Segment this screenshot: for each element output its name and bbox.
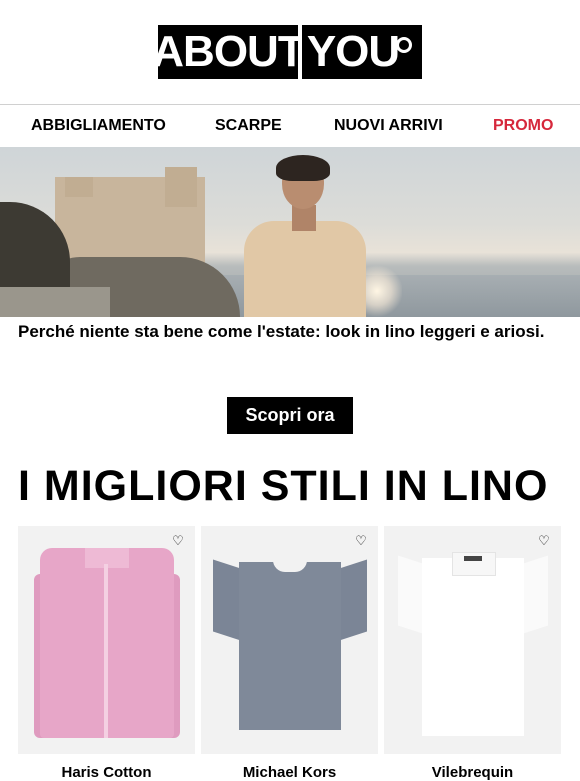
- product-brand-3[interactable]: Vilebrequin: [384, 764, 561, 781]
- product-card-1[interactable]: ♡: [18, 526, 195, 754]
- section-title: I MIGLIORI STILI IN LINO: [18, 462, 549, 510]
- nav-item-promo[interactable]: PROMO: [493, 117, 553, 135]
- hero-model-shirt: [244, 221, 366, 317]
- about-you-logo[interactable]: ABOUT YOU: [152, 25, 422, 79]
- nav-item-abbigliamento[interactable]: ABBIGLIAMENTO: [31, 117, 166, 135]
- hero-model-hair: [276, 155, 330, 181]
- product-brand-2[interactable]: Michael Kors: [201, 764, 378, 781]
- hero-model: [244, 155, 366, 317]
- product-card-3[interactable]: ♡: [384, 526, 561, 754]
- gray-linen-tee: [239, 562, 341, 730]
- hero-tower: [165, 167, 197, 207]
- white-linen-polo: [422, 558, 524, 736]
- hero-tower-small: [65, 177, 93, 197]
- logo-right-block: YOU: [302, 25, 422, 79]
- logo-ring-icon: [396, 37, 412, 53]
- logo-left-block: ABOUT: [152, 25, 305, 79]
- email-header: ABOUT YOU: [0, 0, 580, 105]
- white-polo-label: [464, 556, 482, 561]
- main-nav: ABBIGLIAMENTO SCARPE NUOVI ARRIVI PROMO: [0, 105, 580, 148]
- nav-item-scarpe[interactable]: SCARPE: [215, 117, 282, 135]
- heart-icon[interactable]: ♡: [354, 534, 368, 548]
- logo-text-about: ABOUT: [152, 27, 304, 76]
- heart-icon[interactable]: ♡: [171, 534, 185, 548]
- hero-image[interactable]: [0, 147, 580, 317]
- hero-pier: [0, 287, 110, 317]
- heart-icon[interactable]: ♡: [537, 534, 551, 548]
- product-brand-1[interactable]: Haris Cotton: [18, 764, 195, 781]
- discover-now-button[interactable]: Scopri ora: [227, 397, 353, 434]
- pink-shirt-placket: [104, 564, 108, 738]
- hero-caption: Perché niente sta bene come l'estate: lo…: [18, 322, 545, 341]
- nav-item-nuovi-arrivi[interactable]: NUOVI ARRIVI: [334, 117, 443, 135]
- product-card-2[interactable]: ♡: [201, 526, 378, 754]
- logo-text-you: YOU: [306, 27, 400, 76]
